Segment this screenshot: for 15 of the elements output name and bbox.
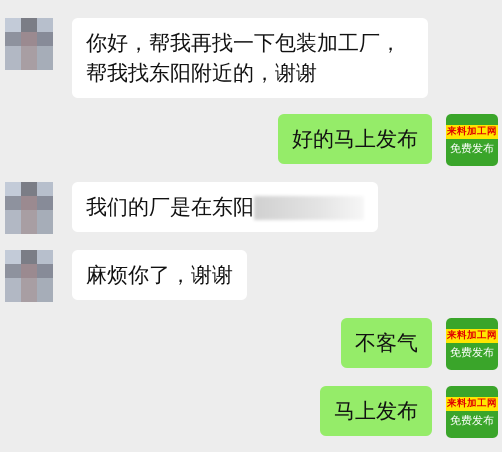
message-bubble: 你好，帮我再找一下包装加工厂，帮我找东阳附近的，谢谢 (72, 18, 428, 98)
logo-title: 来料加工网 (446, 125, 498, 139)
logo-caption: 免费发布 (450, 142, 494, 155)
avatar-logo[interactable]: 来料加工网 免费发布 (446, 318, 498, 370)
message-bubble: 马上发布 (320, 386, 432, 436)
logo-caption: 免费发布 (450, 414, 494, 427)
logo-title: 来料加工网 (446, 329, 498, 343)
message-bubble: 我们的厂是在东阳 (72, 182, 378, 232)
message-bubble: 好的马上发布 (278, 114, 432, 164)
message-bubble: 不客气 (341, 318, 432, 368)
logo-caption: 免费发布 (450, 346, 494, 359)
avatar-logo[interactable]: 来料加工网 免费发布 (446, 386, 498, 438)
avatar-logo[interactable]: 来料加工网 免费发布 (446, 114, 498, 166)
logo-title: 来料加工网 (446, 397, 498, 411)
message-bubble: 麻烦你了，谢谢 (72, 250, 247, 300)
